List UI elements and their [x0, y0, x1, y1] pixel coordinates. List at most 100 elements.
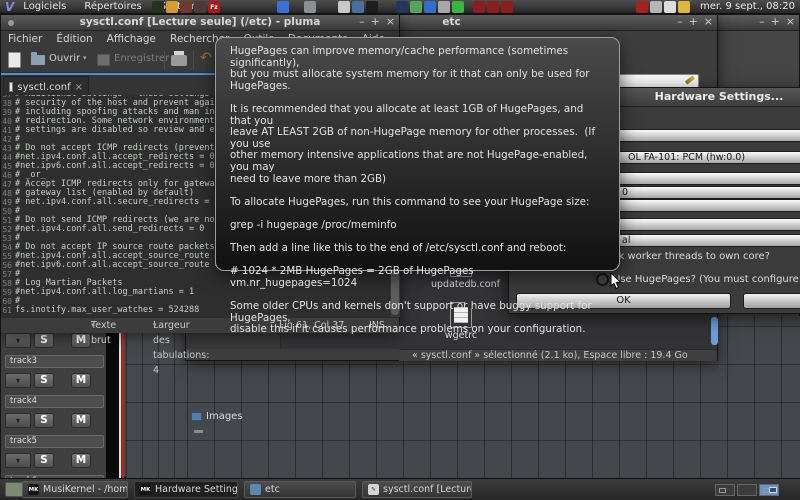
workspace-3-active[interactable] — [759, 484, 779, 496]
minimize-icon[interactable]: – — [759, 15, 765, 31]
save-button[interactable]: Enregistrer — [114, 53, 169, 64]
tray-icon[interactable] — [636, 1, 648, 13]
show-desktop-button[interactable] — [5, 482, 23, 497]
workspace-2[interactable] — [737, 484, 757, 496]
open-folder-icon[interactable] — [31, 55, 45, 65]
track-menu-button[interactable]: ▾ — [5, 413, 31, 428]
workspace-1[interactable] — [715, 484, 735, 496]
tray-icon[interactable] — [487, 1, 499, 13]
tray-icon[interactable] — [396, 1, 408, 13]
clear-location-icon[interactable] — [685, 75, 695, 84]
mute-button[interactable]: M — [71, 413, 91, 428]
track-name-input[interactable]: track4 — [5, 395, 104, 408]
tray-icon[interactable] — [180, 1, 192, 13]
pluma-titlebar[interactable]: sysctl.conf [Lecture seule] (/etc) - plu… — [1, 15, 399, 31]
solo-button[interactable]: S — [34, 453, 54, 468]
open-button[interactable]: Ouvrir — [49, 53, 80, 64]
open-dropdown-icon[interactable]: ▾ — [83, 54, 87, 62]
toolbar-separator — [164, 51, 165, 69]
toolbar-separator — [193, 51, 194, 69]
location-bar-input[interactable] — [619, 74, 699, 88]
taskbar-item-icon: ✎ — [368, 484, 379, 495]
maximize-icon[interactable]: + — [371, 15, 380, 31]
line-number: 59 — [1, 288, 15, 297]
tray-icon[interactable] — [338, 1, 350, 13]
tray-icon[interactable] — [678, 1, 690, 13]
close-icon[interactable]: × — [704, 15, 713, 31]
taskbar-item-icon: MK — [140, 484, 151, 495]
track-menu-button[interactable]: ▾ — [5, 333, 31, 348]
tray-icon[interactable] — [352, 1, 364, 13]
menu-repertoires[interactable]: Répertoires — [75, 0, 150, 14]
menu-fichier[interactable]: Fichier — [1, 31, 49, 47]
taskbar-item[interactable]: MK MusiKernel - /home/j... — [22, 481, 128, 498]
line-number: 41 — [1, 126, 15, 135]
track-row: track5 ▾ S M — [1, 434, 121, 474]
track-row: track3 ▾ S M — [1, 354, 121, 394]
sidebar-item-images[interactable]: Images — [191, 411, 243, 422]
playhead-marker — [119, 314, 121, 479]
line-number: 43 — [1, 144, 15, 153]
minimize-icon[interactable]: – — [677, 15, 683, 31]
track-name-input[interactable]: track3 — [5, 355, 104, 368]
clock[interactable]: mer. 9 sept., 08:20 — [700, 0, 795, 14]
folder-images-icon — [191, 412, 202, 421]
track-menu-button[interactable]: ▾ — [5, 453, 31, 468]
tray-icon[interactable] — [410, 1, 422, 13]
line-number: 46 — [1, 171, 15, 180]
tab-close-icon[interactable]: × — [75, 82, 83, 93]
taskbar-item[interactable]: ✎ sysctl.conf [Lecture s... — [362, 481, 472, 498]
tray-icon[interactable] — [424, 1, 436, 13]
minimize-icon[interactable]: – — [359, 15, 365, 31]
print-icon[interactable] — [171, 55, 187, 66]
mute-button[interactable]: M — [71, 333, 91, 348]
menu-edition[interactable]: Édition — [49, 31, 99, 47]
distro-menu-icon[interactable]: V — [5, 1, 14, 13]
track-name-input[interactable]: track5 — [5, 435, 104, 448]
filemanager-scrollbar[interactable] — [711, 317, 718, 345]
tray-icon[interactable] — [304, 1, 316, 13]
line-number: 48 — [1, 189, 15, 198]
line-number: 42 — [1, 135, 15, 144]
tray-icon[interactable] — [664, 1, 676, 13]
solo-button[interactable]: S — [34, 333, 54, 348]
line-text: #net.ipv6.conf.all.accept_source_route =… — [15, 261, 230, 270]
maximize-icon[interactable]: + — [689, 15, 698, 31]
new-document-icon[interactable] — [8, 52, 21, 68]
line-number: 45 — [1, 162, 15, 171]
hugepages-checkbox[interactable] — [596, 273, 609, 286]
tray-icon[interactable] — [277, 1, 289, 13]
tray-icon[interactable] — [452, 1, 464, 13]
mute-button[interactable]: M — [71, 453, 91, 468]
tray-icon[interactable] — [438, 1, 450, 13]
tray-icon[interactable] — [473, 1, 485, 13]
tray-icon[interactable] — [152, 1, 164, 13]
hugepages-label[interactable]: Use HugePages? (You must configure HugeP… — [613, 274, 800, 285]
taskbar-item[interactable]: etc — [244, 481, 356, 498]
track-menu-button[interactable]: ▾ — [5, 373, 31, 388]
tray-icon[interactable] — [366, 1, 378, 13]
maximize-icon[interactable]: + — [771, 15, 780, 31]
mute-button[interactable]: M — [71, 373, 91, 388]
sidebar-item-label: Images — [206, 411, 243, 422]
tray-icon[interactable]: Fz — [208, 1, 220, 13]
close-icon[interactable]: × — [386, 15, 395, 31]
line-text: #net.ipv4.conf.all.log_martians = 1 — [15, 288, 194, 297]
tab-sysctl-conf[interactable]: sysctl.conf × — [3, 76, 89, 97]
tray-icon[interactable] — [501, 1, 513, 13]
menu-logiciels[interactable]: Logiciels — [14, 0, 75, 14]
lock-threads-label: ck worker threads to own core? — [613, 251, 770, 262]
solo-button[interactable]: S — [34, 373, 54, 388]
taskbar-item[interactable]: MK Hardware Settings... — [134, 481, 238, 498]
solo-button[interactable]: S — [34, 413, 54, 428]
undo-icon[interactable]: ↶ — [200, 50, 212, 66]
top-panel: V Logiciels Répertoires Système Fz — [0, 0, 800, 14]
tray-icon[interactable] — [650, 1, 662, 13]
menu-affichage[interactable]: Affichage — [100, 31, 163, 47]
save-icon — [97, 54, 110, 66]
cancel-button[interactable] — [743, 293, 800, 309]
close-icon[interactable]: × — [786, 15, 795, 31]
tray-icon[interactable] — [166, 1, 178, 13]
line-number: 47 — [1, 180, 15, 189]
tray-icon[interactable] — [194, 1, 206, 13]
